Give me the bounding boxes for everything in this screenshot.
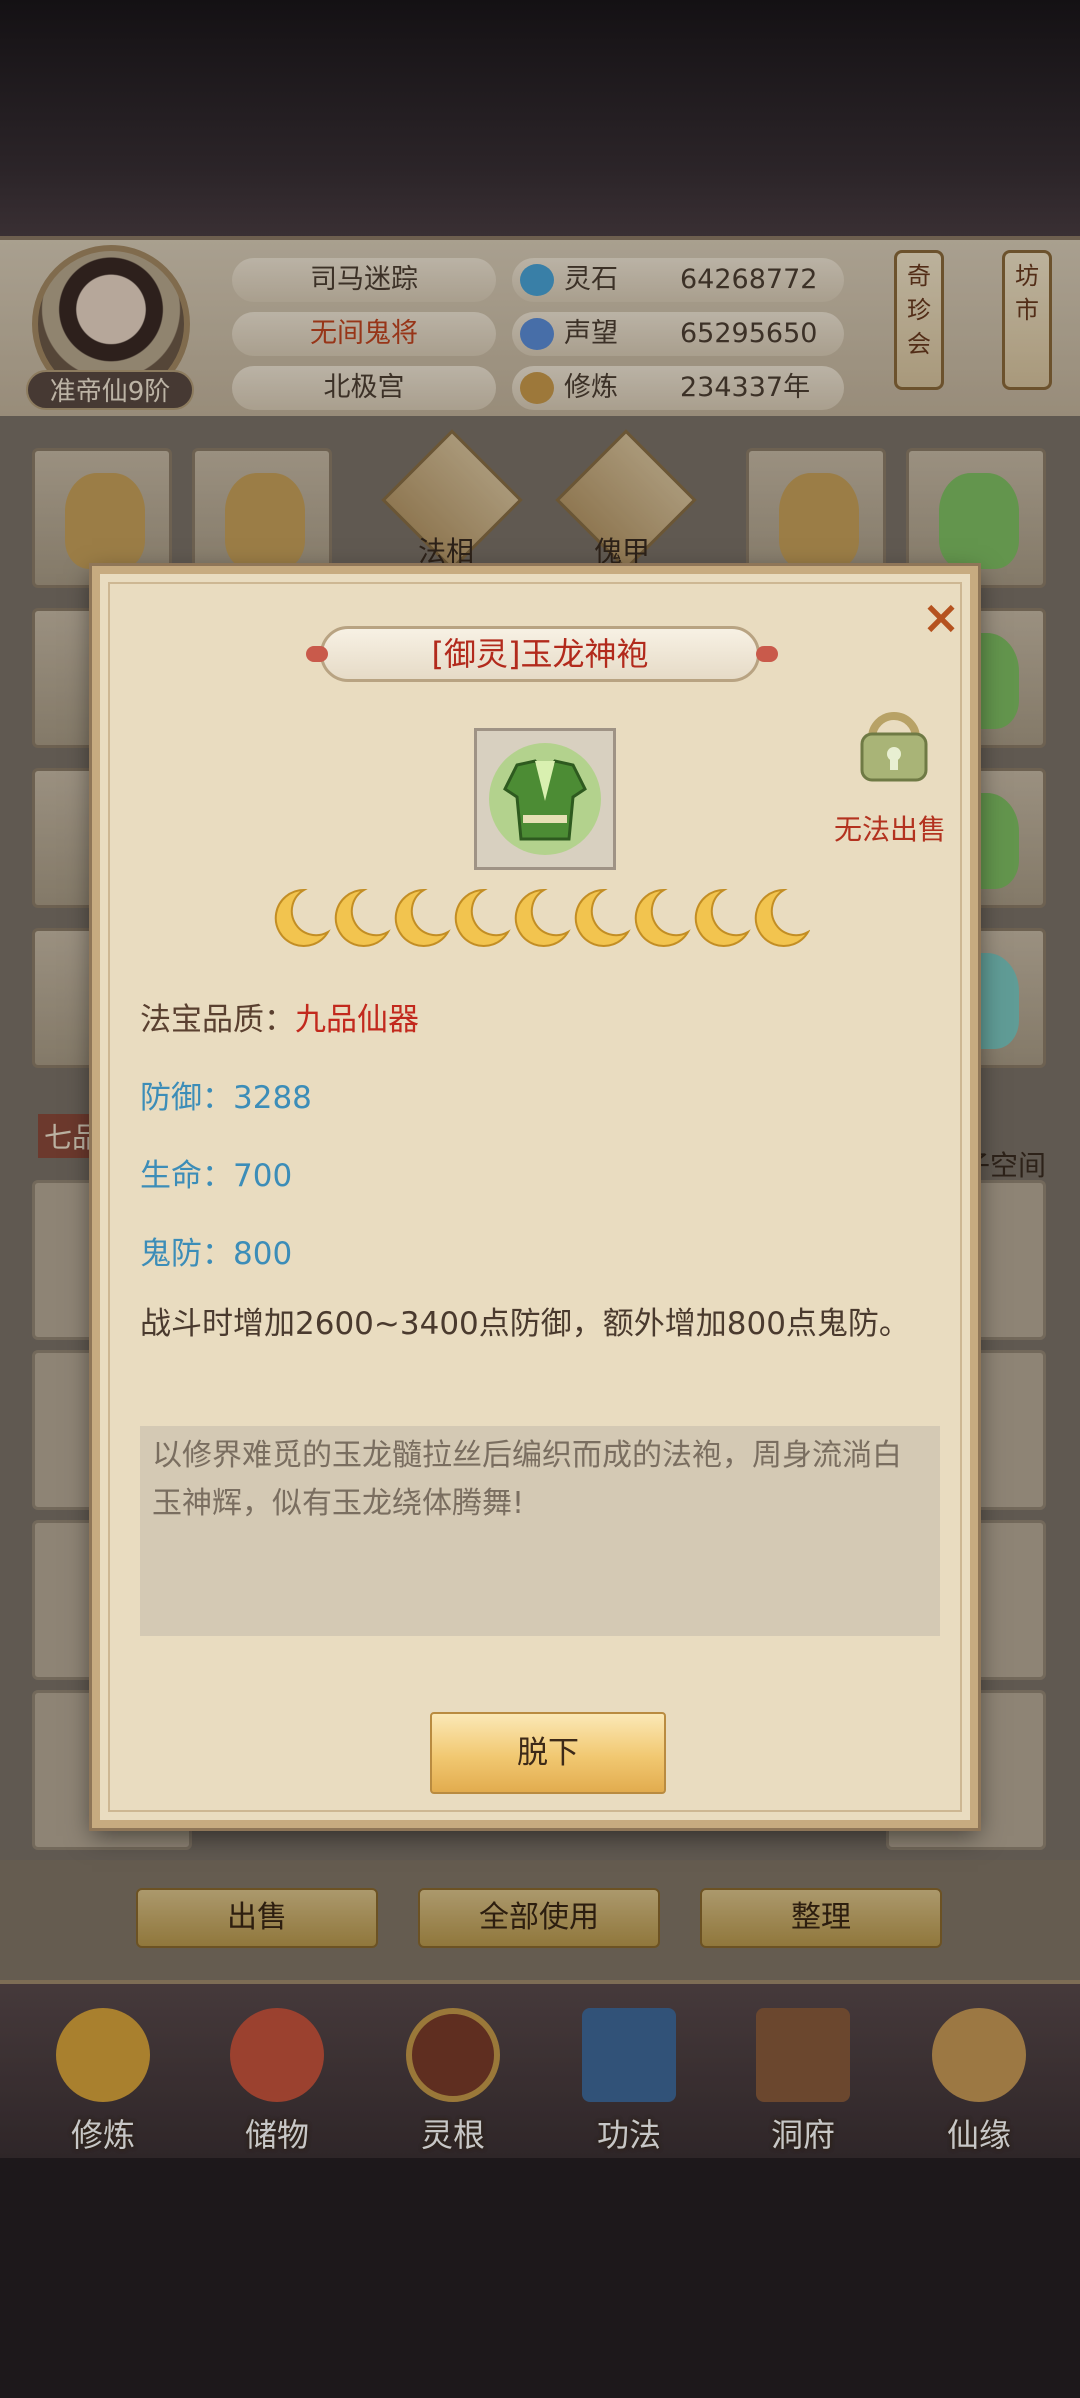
lock-icon (860, 712, 928, 782)
item-icon-frame (474, 728, 616, 870)
item-effect: 战斗时增加2600~3400点防御，额外增加800点鬼防。 (140, 1306, 910, 1342)
plaque-pin-right (756, 646, 778, 662)
top-backdrop (0, 0, 1080, 240)
quality-label: 法宝品质： (140, 1002, 295, 1038)
stat-ghost-defense: 鬼防：800 (140, 1236, 293, 1272)
quality-value: 九品仙器 (295, 1002, 419, 1038)
jade-robe-icon (489, 743, 601, 855)
flavor-text-box: 以修界难觅的玉龙髓拉丝后编织而成的法袍，周身流淌白玉神辉，似有玉龙绕体腾舞! (140, 1426, 940, 1636)
cannot-sell-label: 无法出售 (834, 813, 947, 846)
unequip-button[interactable]: 脱下 (430, 1712, 666, 1794)
stat-hp: 生命：700 (140, 1158, 293, 1194)
stat-defense: 防御：3288 (140, 1080, 312, 1116)
item-detail-dialog: [御灵]玉龙神袍 × 无法出售 法宝品质：九品仙器 防御：3288 生命：700… (92, 566, 978, 1828)
item-title-plaque: [御灵]玉龙神袍 (320, 626, 760, 682)
star-rating (274, 888, 810, 947)
close-button[interactable]: × (918, 594, 964, 640)
flavor-text: 以修界难觅的玉龙髓拉丝后编织而成的法袍，周身流淌白玉神辉，似有玉龙绕体腾舞! (152, 1438, 902, 1521)
quality-row: 法宝品质：九品仙器 (140, 994, 419, 1039)
bottom-backdrop (0, 2158, 1080, 2398)
item-title: [御灵]玉龙神袍 (431, 635, 649, 673)
plaque-pin-left (306, 646, 328, 662)
